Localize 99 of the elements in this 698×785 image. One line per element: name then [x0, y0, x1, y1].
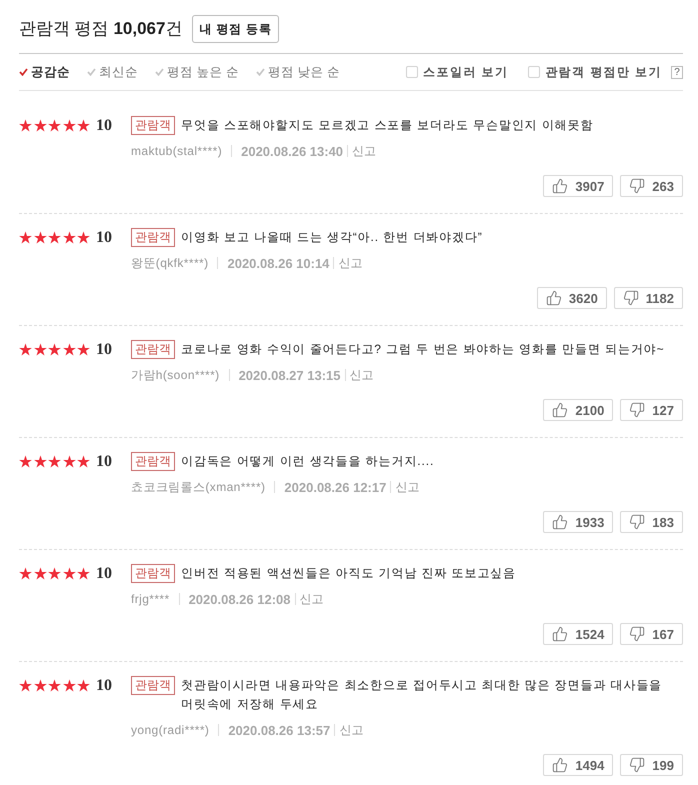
review-text: 인버전 적용된 액션씬들은 아직도 기억남 진짜 또보고싶음 — [181, 565, 516, 582]
dislike-button[interactable]: 167 — [620, 623, 683, 645]
audience-tag: 관람객 — [131, 116, 175, 135]
review-date: 2020.08.26 13:40 — [241, 144, 344, 158]
star-icon — [34, 567, 46, 580]
review-text: 이감독은 어떻게 이런 생각들을 하는거지.... — [181, 453, 434, 470]
review-date: 2020.08.26 12:17 — [284, 480, 386, 494]
star-icon — [48, 567, 61, 580]
checkbox[interactable] — [406, 66, 418, 78]
star-icon — [62, 119, 76, 132]
star-icon — [34, 119, 46, 132]
star-icon — [19, 567, 32, 580]
review-text: 코로나로 영화 수익이 줄어든다고? 그럼 두 번은 봐야하는 영화를 만들면 되는거야~ — [181, 341, 665, 358]
review-text: 무엇을 스포해야할지도 모르겠고 스포를 보더라도 무슨말인지 이해못함 — [181, 117, 594, 134]
thumbs-down-icon — [629, 402, 646, 418]
score-value: 10 — [96, 340, 112, 358]
review-date: 2020.08.26 13:57 — [228, 722, 330, 738]
star-icon — [48, 231, 61, 244]
check-icon — [256, 68, 265, 76]
dislike-button[interactable]: 127 — [620, 399, 683, 421]
review-count-title: 관람객 평점 10,067건 — [19, 18, 182, 40]
star-icon — [77, 119, 90, 132]
checkbox[interactable] — [528, 66, 540, 78]
star-icon — [19, 231, 32, 244]
star-icon — [77, 679, 90, 692]
thumbs-down-icon — [622, 290, 639, 306]
star-icon — [48, 119, 61, 132]
star-icon — [48, 455, 61, 468]
star-icon — [34, 679, 46, 692]
star-icon — [19, 679, 32, 692]
star-icon — [19, 343, 32, 356]
thumbs-up-icon — [552, 402, 568, 418]
like-button[interactable]: 3620 — [536, 287, 607, 309]
like-button[interactable]: 1933 — [543, 511, 614, 533]
star-icon — [34, 343, 46, 356]
dislike-button[interactable]: 263 — [620, 175, 683, 197]
thumbs-down-icon — [629, 626, 646, 642]
help-button[interactable]: ? — [671, 66, 683, 78]
audience-tag: 관람객 — [131, 676, 175, 695]
thumbs-up-icon — [552, 626, 568, 642]
review-date: 2020.08.26 12:08 — [188, 592, 290, 606]
score-value: 10 — [96, 676, 112, 694]
user-name: 가람h(soon****) — [131, 366, 220, 384]
like-button[interactable]: 1494 — [543, 754, 614, 776]
score-value: 10 — [96, 452, 112, 470]
star-icon — [34, 455, 46, 468]
review-date: 2020.08.26 10:14 — [227, 256, 330, 270]
star-icon — [77, 455, 90, 468]
check-icon — [87, 68, 96, 76]
thumbs-up-icon — [552, 757, 568, 773]
review-date: 2020.08.27 13:15 — [238, 368, 341, 382]
score-value: 10 — [96, 564, 112, 582]
check-icon — [19, 68, 28, 76]
thumbs-down-icon — [629, 514, 646, 530]
star-icon — [62, 343, 76, 356]
audience-tag: 관람객 — [131, 340, 175, 359]
star-icon — [77, 231, 90, 244]
dislike-button[interactable]: 199 — [620, 754, 683, 776]
user-name: maktub(stal****) — [131, 144, 222, 158]
score-value: 10 — [96, 116, 112, 134]
user-name: frjg**** — [131, 592, 170, 606]
star-icon — [62, 455, 76, 468]
sort-tab[interactable]: 평점 낮은 순 — [256, 64, 340, 80]
checkbox-label[interactable]: 스포일러 보기 — [423, 64, 508, 80]
star-icon — [48, 679, 61, 692]
like-button[interactable]: 1524 — [543, 623, 614, 645]
thumbs-up-icon — [552, 178, 568, 194]
review-text: 첫관람이시라면 내용파악은 최소한으로 접어두시고 최대한 많은 장면들과 대사들을 머릿속에 저장해 두세요 — [181, 677, 664, 713]
audience-tag: 관람객 — [131, 228, 175, 247]
like-button[interactable]: 2100 — [543, 399, 614, 421]
star-icon — [48, 343, 61, 356]
star-icon — [77, 343, 90, 356]
thumbs-up-icon — [552, 514, 568, 530]
dislike-button[interactable]: 1182 — [614, 287, 683, 309]
user-name: 쵸코크림롤스(xman****) — [131, 478, 266, 496]
star-icon — [77, 567, 90, 580]
like-button[interactable]: 3907 — [543, 175, 614, 197]
thumbs-up-icon — [546, 290, 562, 306]
user-name: yong(radi****) — [131, 723, 210, 737]
star-icon — [62, 567, 76, 580]
star-icon — [62, 231, 76, 244]
sort-tab[interactable]: 공감순 — [19, 64, 70, 80]
star-icon — [19, 119, 32, 132]
star-icon — [19, 455, 32, 468]
audience-tag: 관람객 — [131, 452, 175, 471]
check-icon — [155, 68, 164, 76]
user-name: 왕뚠(qkfk****) — [131, 254, 208, 272]
write-review-button[interactable]: 내 평점 등록 — [192, 15, 279, 43]
thumbs-down-icon — [629, 178, 646, 194]
thumbs-down-icon — [629, 757, 646, 773]
dislike-button[interactable]: 183 — [620, 511, 683, 533]
review-text: 이영화 보고 나올때 드는 생각“아.. 한번 더봐야겠다” — [181, 229, 483, 246]
sort-tab[interactable]: 평점 높은 순 — [155, 64, 239, 80]
star-icon — [34, 231, 46, 244]
score-value: 10 — [96, 228, 112, 246]
audience-tag: 관람객 — [131, 564, 175, 583]
checkbox-label[interactable]: 관람객 평점만 보기 — [545, 64, 662, 80]
sort-tab[interactable]: 최신순 — [87, 64, 138, 80]
star-icon — [62, 679, 76, 692]
